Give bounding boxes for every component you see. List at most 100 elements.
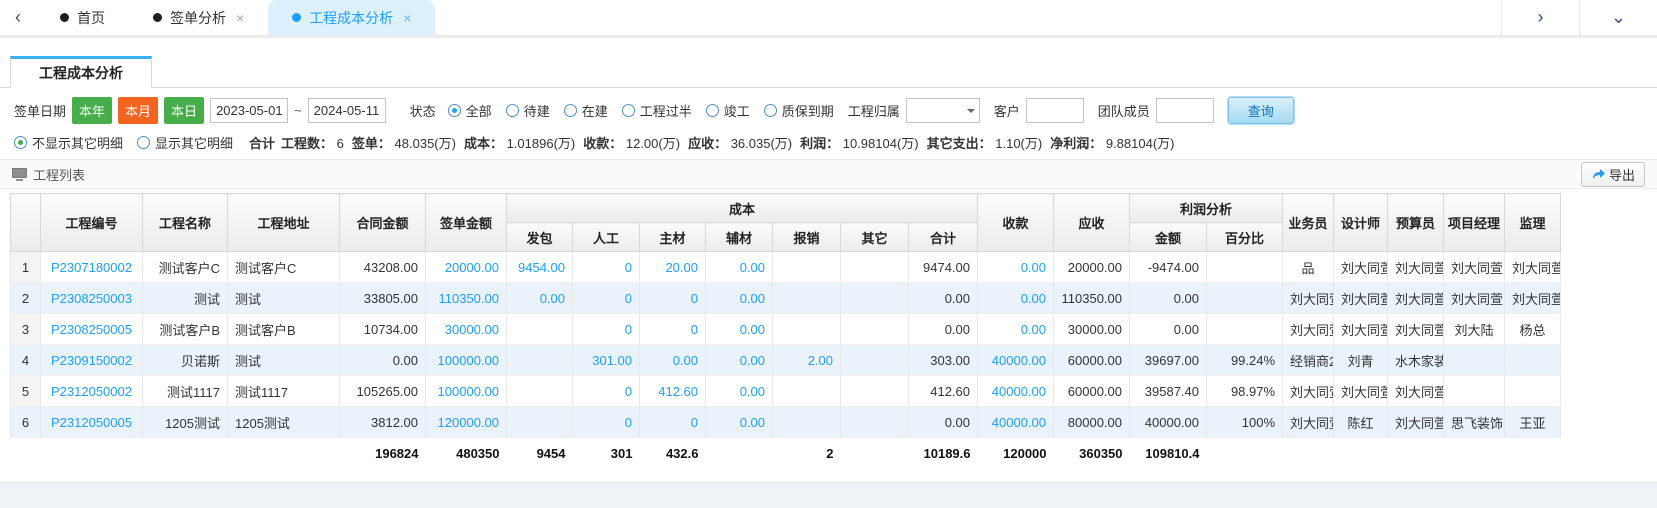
cell-fucai: 0.00 — [706, 314, 773, 345]
radio-label: 工程过半 — [640, 101, 692, 120]
cell-percent: 99.24% — [1207, 345, 1283, 376]
radio-option[interactable]: 待建 — [506, 101, 550, 120]
tabs-dropdown-icon[interactable]: ⌄ — [1579, 0, 1657, 35]
summary-item: 利润： 10.98104(万) — [800, 133, 919, 152]
col-cost-outsource[interactable]: 发包 — [507, 223, 573, 252]
col-salesperson[interactable]: 业务员 — [1283, 194, 1334, 252]
col-cost-aux-material[interactable]: 辅材 — [706, 223, 773, 252]
summary-item-label: 利润： — [800, 136, 843, 151]
table-totals: 1968244803509454301432.6210189.612000036… — [11, 438, 1561, 470]
cell-name: 1205测试 — [143, 407, 228, 438]
date-from-input[interactable] — [210, 98, 288, 123]
project-code-link[interactable]: P2309150002 — [41, 345, 143, 376]
tab-close-icon[interactable]: × — [403, 10, 411, 26]
col-project-address[interactable]: 工程地址 — [228, 194, 340, 252]
radio-icon[interactable] — [564, 104, 577, 117]
tab-close-icon[interactable]: × — [236, 10, 244, 26]
radio-option[interactable]: 工程过半 — [622, 101, 692, 120]
cell-heji: 0.00 — [909, 283, 978, 314]
list-toolbar: 工程列表 导出 — [0, 159, 1657, 189]
radio-option[interactable]: 不显示其它明细 — [14, 133, 123, 152]
project-code-link[interactable]: P2308250005 — [41, 314, 143, 345]
radio-icon[interactable] — [622, 104, 635, 117]
total-cell-fucai — [706, 438, 773, 470]
col-receivable[interactable]: 应收 — [1054, 194, 1130, 252]
page-tab-label: 工程成本分析 — [39, 63, 123, 83]
radio-option[interactable]: 在建 — [564, 101, 608, 120]
radio-icon[interactable] — [706, 104, 719, 117]
filter-row: 签单日期 本年本月本日 ~ 状态 全部待建在建工程过半竣工质保到期 工程归属 客… — [0, 88, 1657, 128]
project-code-link[interactable]: P2307180002 — [41, 252, 143, 283]
radio-icon[interactable] — [448, 104, 461, 117]
radio-icon[interactable] — [506, 104, 519, 117]
cell-shoukuan: 0.00 — [978, 314, 1054, 345]
cell-ysy: 刘大同萱 — [1388, 283, 1444, 314]
col-profit-amount[interactable]: 金额 — [1130, 223, 1207, 252]
tabs-scroll-right-icon[interactable]: › — [1501, 0, 1579, 35]
export-button[interactable]: 导出 — [1581, 162, 1645, 187]
col-cost-labor[interactable]: 人工 — [573, 223, 640, 252]
col-estimator[interactable]: 预算员 — [1388, 194, 1444, 252]
customer-input[interactable] — [1026, 98, 1084, 123]
col-profit-percent[interactable]: 百分比 — [1207, 223, 1283, 252]
col-project-code[interactable]: 工程编号 — [41, 194, 143, 252]
col-cost-reimburse[interactable]: 报销 — [773, 223, 841, 252]
summary-item-value: 9.88104(万) — [1106, 136, 1175, 151]
radio-icon[interactable] — [764, 104, 777, 117]
radio-option[interactable]: 质保到期 — [764, 101, 834, 120]
radio-icon[interactable] — [137, 136, 150, 149]
project-code-link[interactable]: P2312050002 — [41, 376, 143, 407]
col-project-manager[interactable]: 项目经理 — [1444, 194, 1505, 252]
total-cell-zhucai: 432.6 — [640, 438, 706, 470]
cell-signed: 120000.00 — [426, 407, 507, 438]
col-cost-other[interactable]: 其它 — [841, 223, 909, 252]
cell-percent: 98.97% — [1207, 376, 1283, 407]
quick-date-button[interactable]: 本年 — [72, 97, 112, 124]
team-member-input[interactable] — [1156, 98, 1214, 123]
radio-option[interactable]: 竣工 — [706, 101, 750, 120]
radio-icon[interactable] — [14, 136, 27, 149]
window-tab[interactable]: 签单分析× — [129, 0, 268, 35]
cell-contract: 0.00 — [340, 345, 426, 376]
table-row: 5P2312050002测试1117测试1117105265.00100000.… — [11, 376, 1561, 407]
cell-name: 测试 — [143, 283, 228, 314]
project-code-link[interactable]: P2308250003 — [41, 283, 143, 314]
quick-date-button[interactable]: 本日 — [164, 97, 204, 124]
window-tab[interactable]: 工程成本分析× — [268, 0, 435, 35]
radio-option[interactable]: 全部 — [448, 101, 492, 120]
col-supervisor[interactable]: 监理 — [1505, 194, 1561, 252]
page-tab-project-cost-analysis[interactable]: 工程成本分析 — [10, 56, 152, 88]
cell-contract: 33805.00 — [340, 283, 426, 314]
tab-dot-icon — [292, 13, 301, 22]
project-belong-select[interactable] — [906, 98, 980, 123]
col-cost-main-material[interactable]: 主材 — [640, 223, 706, 252]
cell-percent: 100% — [1207, 407, 1283, 438]
export-label: 导出 — [1609, 165, 1635, 184]
cell-fabao — [507, 376, 573, 407]
col-cost-total[interactable]: 合计 — [909, 223, 978, 252]
project-belong-input[interactable] — [906, 98, 980, 123]
cell-heji: 412.60 — [909, 376, 978, 407]
summary-item-label: 净利润： — [1050, 136, 1106, 151]
cell-ysy: 刘大同萱 — [1388, 376, 1444, 407]
total-cell-jl — [1505, 438, 1561, 470]
cell-ysy: 刘大同萱 — [1388, 407, 1444, 438]
tabs-scroll-left-icon[interactable]: ‹ — [0, 0, 36, 35]
search-button[interactable]: 查询 — [1228, 97, 1294, 124]
window-tab-bar: ‹ 首页签单分析×工程成本分析× › ⌄ — [0, 0, 1657, 38]
col-project-name[interactable]: 工程名称 — [143, 194, 228, 252]
cell-yingshou: 60000.00 — [1054, 376, 1130, 407]
col-designer[interactable]: 设计师 — [1334, 194, 1388, 252]
col-received[interactable]: 收款 — [978, 194, 1054, 252]
cell-yingshou: 20000.00 — [1054, 252, 1130, 283]
radio-option[interactable]: 显示其它明细 — [137, 133, 233, 152]
cell-jl: 王亚 — [1505, 407, 1561, 438]
window-tab[interactable]: 首页 — [36, 0, 129, 35]
cell-signed: 100000.00 — [426, 376, 507, 407]
col-signed-amount[interactable]: 签单金额 — [426, 194, 507, 252]
col-contract-amount[interactable]: 合同金额 — [340, 194, 426, 252]
cell-fucai: 0.00 — [706, 407, 773, 438]
date-to-input[interactable] — [308, 98, 386, 123]
project-code-link[interactable]: P2312050005 — [41, 407, 143, 438]
quick-date-button[interactable]: 本月 — [118, 97, 158, 124]
